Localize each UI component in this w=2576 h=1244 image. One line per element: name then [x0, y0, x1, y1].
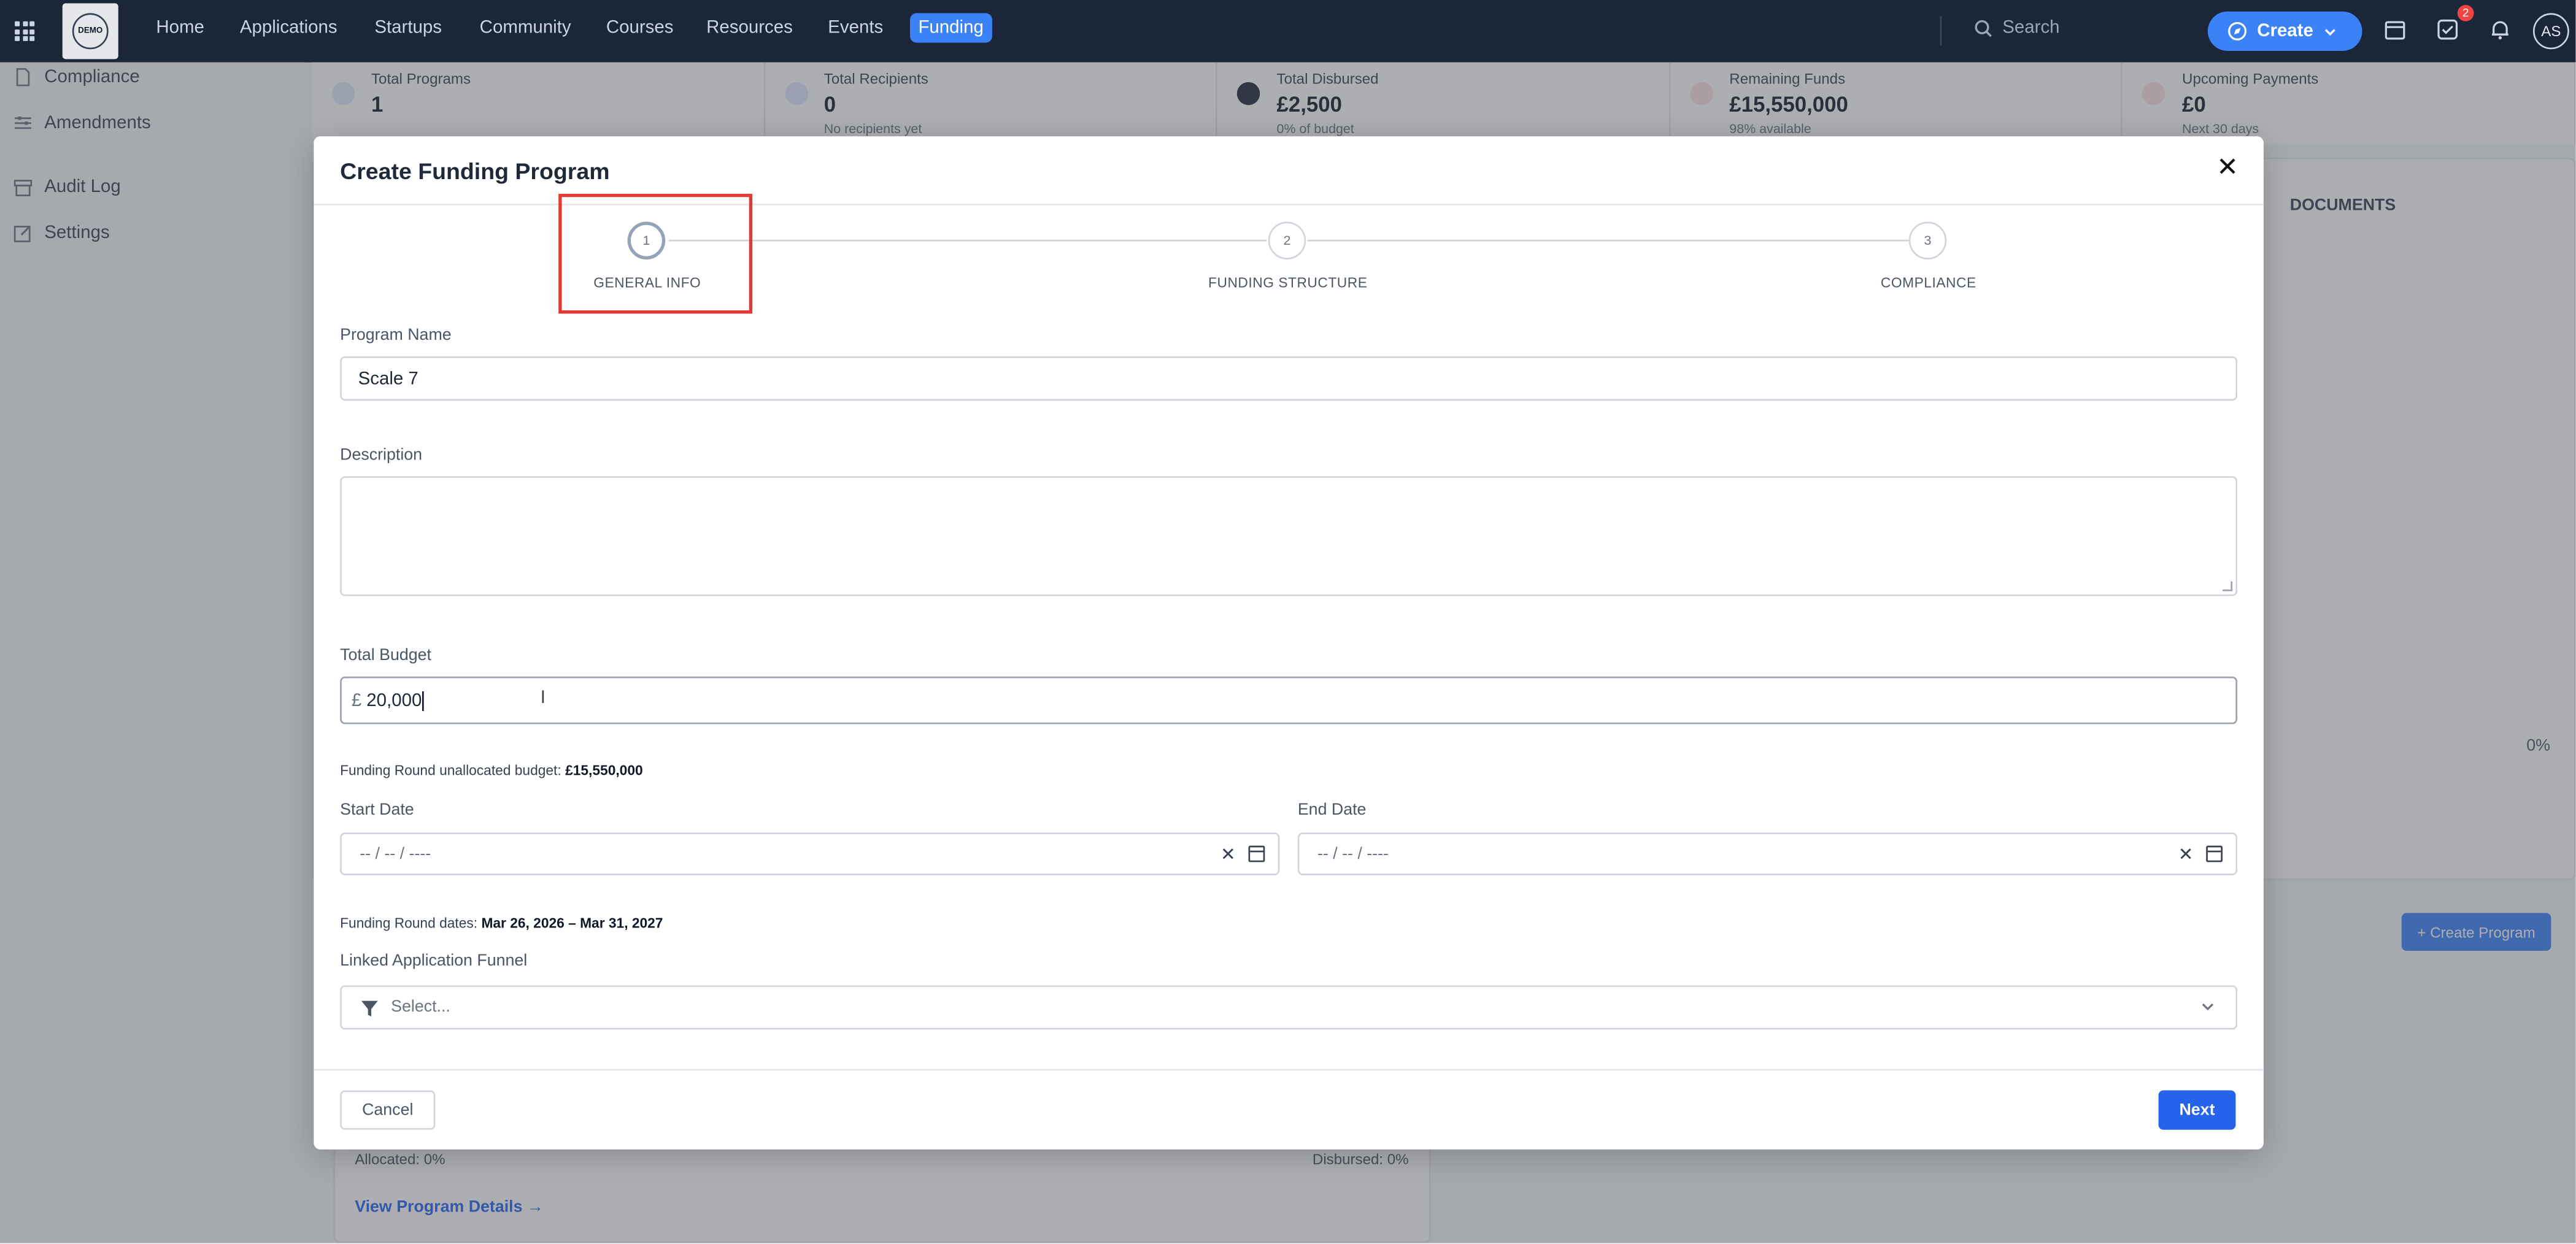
text-caret — [422, 690, 424, 710]
nav-applications[interactable]: Applications — [240, 18, 337, 37]
chevron-down-icon — [2202, 1003, 2214, 1011]
create-button[interactable]: Create — [2207, 11, 2362, 51]
step-2-label: FUNDING STRUCTURE — [1208, 274, 1368, 291]
create-funding-program-modal: Create Funding Program ✕ 1 GENERAL INFO … — [314, 136, 2264, 1150]
total-budget-value: 20,000 — [366, 690, 422, 710]
avatar[interactable]: AS — [2532, 13, 2569, 50]
description-label: Description — [340, 447, 423, 465]
close-icon[interactable]: ✕ — [2215, 155, 2241, 182]
text-cursor-icon: I — [540, 688, 546, 708]
program-name-input[interactable]: Scale 7 — [340, 356, 2238, 401]
apps-grid-icon[interactable] — [15, 21, 35, 41]
nav-resources[interactable]: Resources — [706, 18, 793, 37]
tasks-check-icon[interactable] — [2436, 18, 2459, 40]
start-date-input[interactable]: -- / -- / ---- ✕ — [340, 832, 1280, 875]
start-date-label: Start Date — [340, 801, 414, 820]
nav-funding[interactable]: Funding — [910, 13, 992, 43]
nav-community[interactable]: Community — [480, 18, 571, 37]
step-connector — [668, 239, 1267, 242]
program-name-label: Program Name — [340, 326, 452, 345]
hint-text: Funding Round unallocated budget: — [340, 762, 561, 778]
hint-value: Mar 26, 2026 – Mar 31, 2027 — [481, 915, 663, 931]
notification-badge: 2 — [2457, 5, 2474, 21]
search-icon — [1975, 19, 1992, 36]
clear-icon[interactable]: ✕ — [2178, 844, 2194, 866]
modal-title: Create Funding Program — [340, 157, 610, 184]
description-textarea[interactable] — [340, 476, 2238, 596]
highlight-box — [558, 193, 753, 314]
chevron-down-icon — [2325, 28, 2336, 35]
date-placeholder: -- / -- / ---- — [360, 845, 431, 863]
funnel-placeholder: Select... — [391, 998, 450, 1017]
step-2-circle[interactable]: 2 — [1268, 221, 1306, 259]
date-placeholder: -- / -- / ---- — [1317, 845, 1389, 863]
currency-symbol: £ — [351, 690, 362, 710]
hint-text: Funding Round dates: — [340, 915, 478, 931]
divider — [314, 1069, 2264, 1071]
logo[interactable]: DEMO — [62, 3, 118, 60]
step-3-circle[interactable]: 3 — [1908, 221, 1947, 259]
hint-value: £15,550,000 — [565, 762, 643, 778]
funnel-select[interactable]: Select... — [340, 985, 2238, 1030]
unallocated-budget-hint: Funding Round unallocated budget: £15,55… — [340, 762, 643, 778]
bell-icon[interactable] — [2489, 18, 2512, 40]
next-button[interactable]: Next — [2158, 1090, 2236, 1130]
nav-divider — [1940, 16, 1942, 46]
end-date-input[interactable]: -- / -- / ---- ✕ — [1297, 832, 2238, 875]
cancel-button[interactable]: Cancel — [340, 1090, 436, 1130]
calendar-icon[interactable] — [2383, 18, 2406, 40]
funnel-label: Linked Application Funnel — [340, 952, 528, 971]
calendar-icon[interactable] — [1248, 845, 1265, 862]
search-input[interactable]: Search — [1975, 18, 2060, 38]
round-dates-hint: Funding Round dates: Mar 26, 2026 – Mar … — [340, 915, 663, 931]
nav-startups[interactable]: Startups — [374, 18, 442, 37]
search-placeholder: Search — [2002, 18, 2060, 38]
nav-courses[interactable]: Courses — [606, 18, 674, 37]
total-budget-input[interactable]: £ 20,000 — [340, 676, 2238, 724]
funnel-icon — [361, 1000, 378, 1017]
step-connector — [1307, 239, 1909, 242]
resize-handle-icon[interactable] — [2222, 581, 2233, 591]
calendar-icon[interactable] — [2206, 845, 2223, 862]
compass-icon — [2228, 21, 2247, 40]
end-date-label: End Date — [1297, 801, 1367, 820]
create-label: Create — [2257, 21, 2313, 41]
step-3-label: COMPLIANCE — [1880, 274, 1976, 291]
top-navbar: DEMO Home Applications Startups Communit… — [0, 0, 2576, 63]
logo-text: DEMO — [72, 13, 109, 50]
total-budget-label: Total Budget — [340, 647, 432, 666]
nav-events[interactable]: Events — [828, 18, 883, 37]
nav-home[interactable]: Home — [156, 18, 204, 37]
clear-icon[interactable]: ✕ — [1221, 844, 1236, 866]
